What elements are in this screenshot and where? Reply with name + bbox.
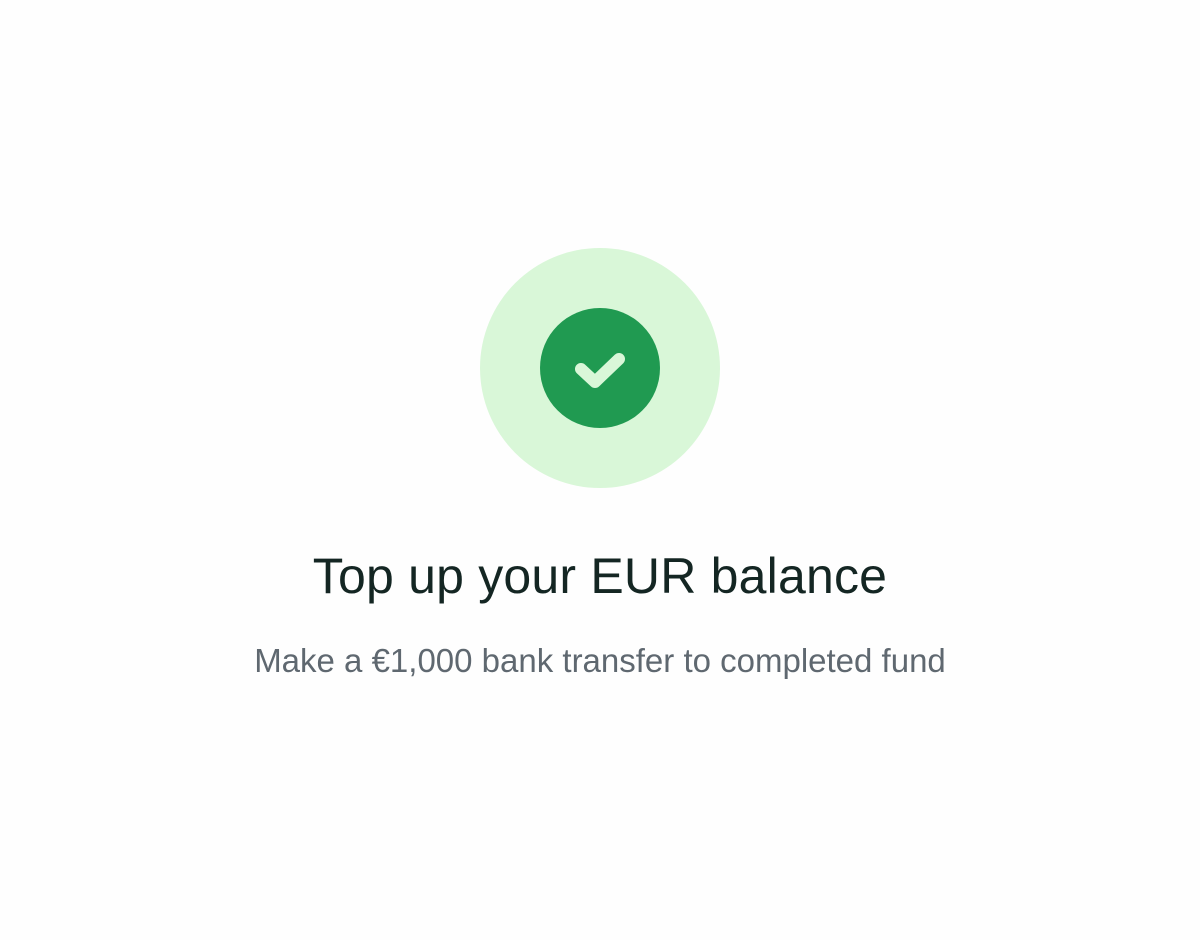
check-icon: [575, 353, 625, 388]
task-title: Top up your EUR balance: [312, 548, 888, 604]
top-up-complete-screen: Top up your EUR balance Make a €1,000 ba…: [0, 0, 1200, 940]
success-badge: [540, 308, 660, 428]
task-description: Make a €1,000 bank transfer to completed…: [254, 642, 946, 679]
success-halo: [480, 248, 720, 488]
